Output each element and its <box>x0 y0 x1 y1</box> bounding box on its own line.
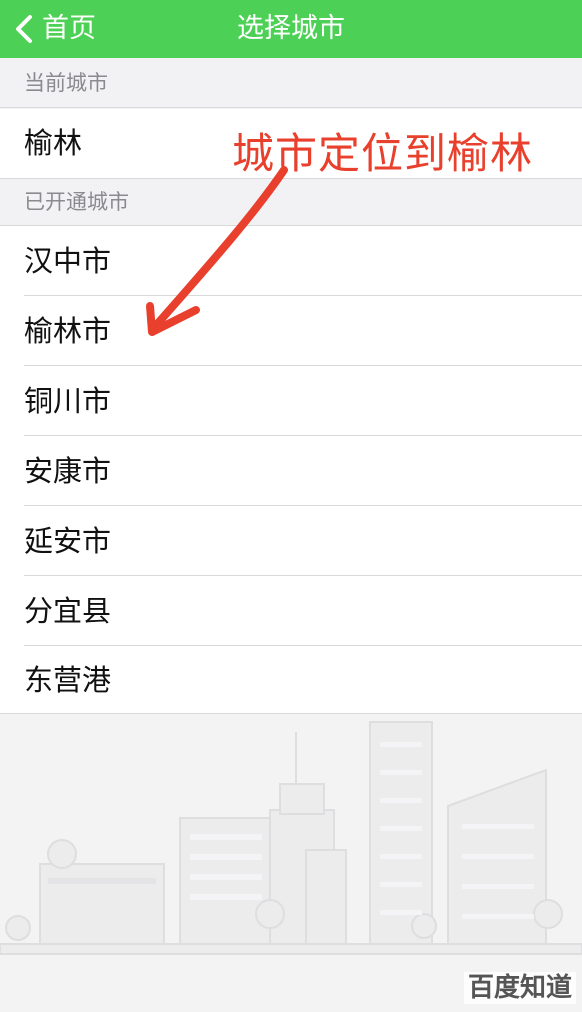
current-city-label: 榆林 <box>24 126 83 160</box>
city-name: 榆林市 <box>24 314 112 348</box>
city-name: 铜川市 <box>24 384 112 418</box>
city-row[interactable]: 延安市 <box>0 506 582 576</box>
city-name: 安康市 <box>24 454 112 488</box>
city-row[interactable]: 榆林市 <box>0 296 582 366</box>
city-row[interactable]: 安康市 <box>0 436 582 506</box>
section-header-open-cities: 已开通城市 <box>0 178 582 226</box>
navigation-bar: 首页 选择城市 <box>0 0 582 58</box>
city-skyline-illustration <box>0 721 582 955</box>
annotation-text: 城市定位到榆林 <box>232 129 534 178</box>
city-name: 东营港 <box>24 663 112 697</box>
page-title: 选择城市 <box>237 13 345 44</box>
city-name: 汉中市 <box>24 244 112 278</box>
city-row[interactable]: 东营港 <box>0 646 582 714</box>
city-row[interactable]: 汉中市 <box>0 226 582 296</box>
city-row[interactable]: 分宜县 <box>0 576 582 646</box>
watermark-logo: 百度知道 <box>463 972 576 1004</box>
section-header-current-city: 当前城市 <box>0 58 582 108</box>
city-name: 分宜县 <box>24 594 112 628</box>
city-name: 延安市 <box>24 524 112 558</box>
city-row[interactable]: 铜川市 <box>0 366 582 436</box>
